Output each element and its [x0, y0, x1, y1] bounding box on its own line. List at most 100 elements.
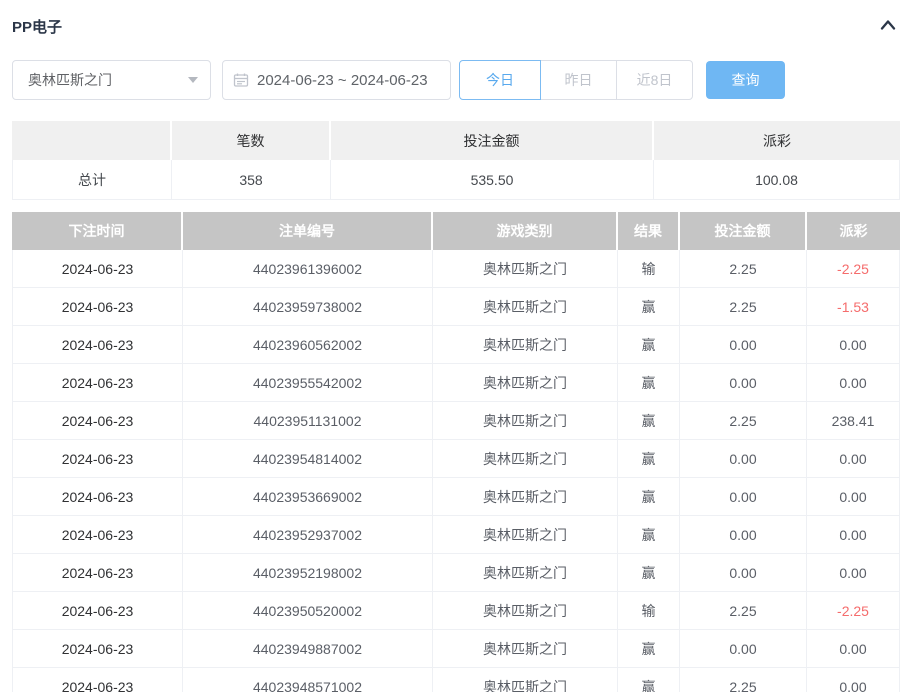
detail-col-game-category: 游戏类别: [433, 212, 618, 250]
bet-amount-cell: 0.00: [680, 326, 807, 364]
table-row: 2024-06-2344023960562002奥林匹斯之门赢0.000.00: [12, 326, 900, 364]
detail-col-bet-time: 下注时间: [12, 212, 183, 250]
bet-time-cell: 2024-06-23: [12, 402, 183, 440]
range-button-last-8-days[interactable]: 近8日: [616, 60, 693, 100]
bet-records-table: 下注时间 注单编号 游戏类别 结果 投注金额 派彩 2024-06-234402…: [12, 212, 900, 692]
result-cell: 赢: [618, 326, 680, 364]
result-cell: 输: [618, 592, 680, 630]
bet-id-cell: 44023954814002: [183, 440, 433, 478]
bet-time-cell: 2024-06-23: [12, 326, 183, 364]
query-button[interactable]: 查询: [706, 61, 785, 99]
detail-col-bet-id: 注单编号: [183, 212, 433, 250]
payout-cell: 0.00: [807, 478, 900, 516]
table-row: 2024-06-2344023949887002奥林匹斯之门赢0.000.00: [12, 630, 900, 668]
summary-table: 笔数 投注金额 派彩 总计 358 535.50 100.08: [12, 121, 900, 200]
bet-amount-cell: 2.25: [680, 592, 807, 630]
payout-cell: 0.00: [807, 326, 900, 364]
game-category-cell: 奥林匹斯之门: [433, 630, 618, 668]
table-row: 2024-06-2344023955542002奥林匹斯之门赢0.000.00: [12, 364, 900, 402]
table-row: 2024-06-2344023951131002奥林匹斯之门赢2.25238.4…: [12, 402, 900, 440]
detail-col-bet-amount: 投注金额: [680, 212, 807, 250]
payout-cell: 0.00: [807, 668, 900, 692]
payout-cell: -2.25: [807, 250, 900, 288]
game-category-cell: 奥林匹斯之门: [433, 326, 618, 364]
payout-cell: 0.00: [807, 630, 900, 668]
range-button-yesterday[interactable]: 昨日: [540, 60, 617, 100]
detail-header-row: 下注时间 注单编号 游戏类别 结果 投注金额 派彩: [12, 212, 900, 250]
bet-time-cell: 2024-06-23: [12, 478, 183, 516]
result-cell: 赢: [618, 554, 680, 592]
summary-col-blank: [12, 121, 172, 160]
table-row: 2024-06-2344023952937002奥林匹斯之门赢0.000.00: [12, 516, 900, 554]
bet-time-cell: 2024-06-23: [12, 630, 183, 668]
bet-time-cell: 2024-06-23: [12, 668, 183, 692]
pp-electronic-panel: PP电子 奥林匹斯之门: [0, 0, 911, 692]
table-row: 2024-06-2344023959738002奥林匹斯之门赢2.25-1.53: [12, 288, 900, 326]
range-button-today[interactable]: 今日: [459, 60, 541, 100]
bet-id-cell: 44023950520002: [183, 592, 433, 630]
game-category-cell: 奥林匹斯之门: [433, 668, 618, 692]
date-range-value: 2024-06-23 ~ 2024-06-23: [257, 72, 428, 89]
table-row: 2024-06-2344023953669002奥林匹斯之门赢0.000.00: [12, 478, 900, 516]
bet-amount-cell: 0.00: [680, 478, 807, 516]
payout-cell: 0.00: [807, 554, 900, 592]
summary-total-label: 总计: [12, 160, 172, 200]
bet-amount-cell: 2.25: [680, 250, 807, 288]
date-range-input[interactable]: 2024-06-23 ~ 2024-06-23: [222, 60, 451, 100]
summary-col-payout: 派彩: [654, 121, 900, 160]
bet-time-cell: 2024-06-23: [12, 554, 183, 592]
collapse-panel-button[interactable]: [876, 14, 900, 38]
game-category-cell: 奥林匹斯之门: [433, 402, 618, 440]
game-category-cell: 奥林匹斯之门: [433, 516, 618, 554]
payout-cell: 238.41: [807, 402, 900, 440]
payout-cell: 0.00: [807, 440, 900, 478]
result-cell: 赢: [618, 630, 680, 668]
chevron-up-icon: [878, 15, 898, 38]
game-category-cell: 奥林匹斯之门: [433, 440, 618, 478]
table-row: 2024-06-2344023952198002奥林匹斯之门赢0.000.00: [12, 554, 900, 592]
summary-total-payout: 100.08: [654, 160, 900, 200]
bet-amount-cell: 2.25: [680, 402, 807, 440]
bet-time-cell: 2024-06-23: [12, 516, 183, 554]
bet-time-cell: 2024-06-23: [12, 592, 183, 630]
table-row: 2024-06-2344023948571002奥林匹斯之门赢2.250.00: [12, 668, 900, 692]
bet-time-cell: 2024-06-23: [12, 288, 183, 326]
bet-id-cell: 44023953669002: [183, 478, 433, 516]
bet-amount-cell: 2.25: [680, 668, 807, 692]
bet-id-cell: 44023955542002: [183, 364, 433, 402]
bet-amount-cell: 0.00: [680, 364, 807, 402]
summary-total-row: 总计 358 535.50 100.08: [12, 160, 900, 200]
result-cell: 赢: [618, 440, 680, 478]
bet-id-cell: 44023952937002: [183, 516, 433, 554]
panel-header: PP电子: [12, 14, 900, 38]
payout-cell: 0.00: [807, 364, 900, 402]
bet-amount-cell: 0.00: [680, 554, 807, 592]
result-cell: 赢: [618, 364, 680, 402]
bet-time-cell: 2024-06-23: [12, 364, 183, 402]
table-row: 2024-06-2344023961396002奥林匹斯之门输2.25-2.25: [12, 250, 900, 288]
summary-col-bets: 笔数: [172, 121, 331, 160]
game-category-cell: 奥林匹斯之门: [433, 250, 618, 288]
page-title: PP电子: [12, 16, 62, 37]
result-cell: 赢: [618, 668, 680, 692]
game-category-cell: 奥林匹斯之门: [433, 364, 618, 402]
bet-id-cell: 44023951131002: [183, 402, 433, 440]
summary-header-row: 笔数 投注金额 派彩: [12, 121, 900, 160]
result-cell: 输: [618, 250, 680, 288]
summary-total-bet-amount: 535.50: [331, 160, 654, 200]
payout-cell: -1.53: [807, 288, 900, 326]
bet-id-cell: 44023960562002: [183, 326, 433, 364]
bet-amount-cell: 0.00: [680, 440, 807, 478]
chevron-down-icon: [188, 77, 198, 83]
payout-cell: -2.25: [807, 592, 900, 630]
bet-time-cell: 2024-06-23: [12, 250, 183, 288]
game-select-value: 奥林匹斯之门: [28, 70, 188, 90]
detail-col-payout: 派彩: [807, 212, 900, 250]
game-select[interactable]: 奥林匹斯之门: [12, 60, 211, 100]
bet-amount-cell: 2.25: [680, 288, 807, 326]
bet-amount-cell: 0.00: [680, 630, 807, 668]
filter-controls: 奥林匹斯之门 2024-06-23 ~ 2024-06-23 今日 昨日 近8日: [12, 60, 900, 100]
summary-total-bets: 358: [172, 160, 331, 200]
table-row: 2024-06-2344023954814002奥林匹斯之门赢0.000.00: [12, 440, 900, 478]
result-cell: 赢: [618, 516, 680, 554]
